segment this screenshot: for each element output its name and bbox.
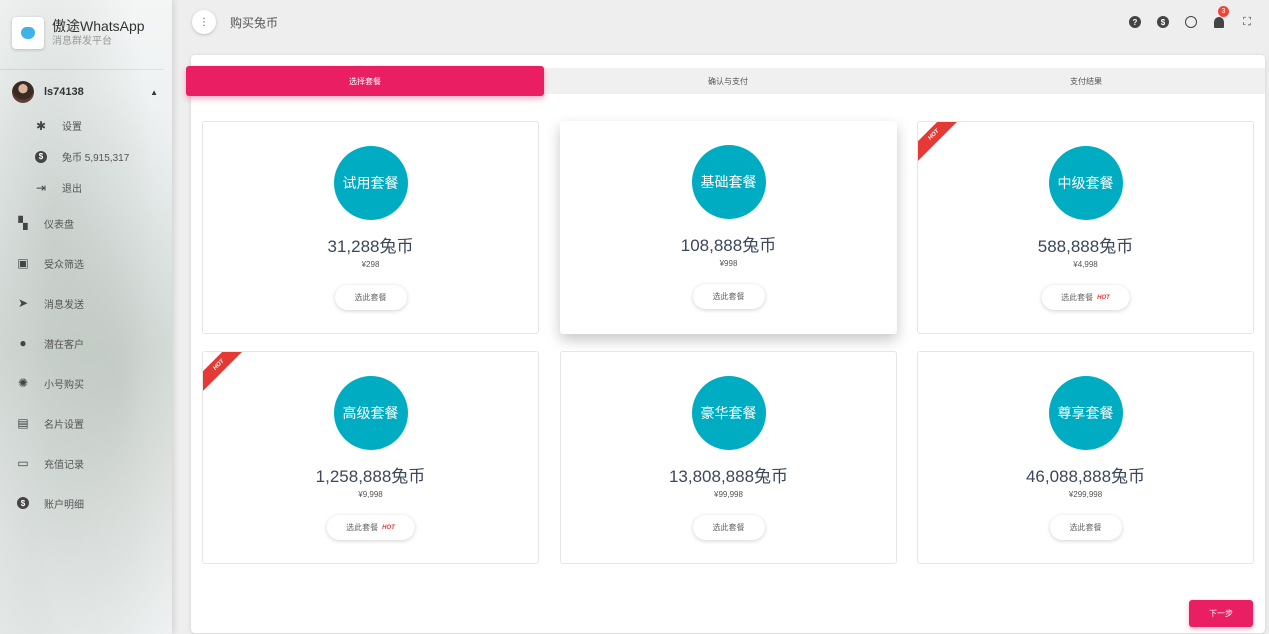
package-name: 高级套餐 (333, 376, 408, 450)
hot-ribbon: HOT (918, 122, 961, 162)
package-amount: 1,258,888兔币 (315, 467, 426, 486)
caret-up-icon: ▲ (150, 87, 158, 97)
user-menu-balance[interactable]: $ 兔币 5,915,317 (0, 141, 172, 172)
person-icon: ● (19, 336, 27, 350)
sidebar-item-card-settings[interactable]: ▤ 名片设置 (0, 403, 172, 443)
step-select-package-active[interactable]: 选择套餐 (186, 66, 544, 96)
user-menu-label: 设置 (62, 122, 82, 133)
send-icon: ➤ (17, 296, 29, 310)
gear-icon: ✱ (35, 118, 47, 133)
select-package-button[interactable]: 选此套餐 (692, 284, 765, 309)
package-amount: 108,888兔币 (680, 236, 777, 255)
dollar-circle-icon: $ (16, 496, 30, 510)
page-title: 购买兔币 (230, 16, 279, 30)
select-package-button[interactable]: 选此套餐 (334, 285, 407, 310)
logout-icon: ⇥ (35, 180, 47, 195)
brand-logo (12, 17, 44, 49)
package-name: 中级套餐 (1048, 146, 1123, 220)
user-menu-label: 退出 (62, 184, 82, 195)
package-name: 试用套餐 (333, 146, 408, 220)
user-menu-toggle[interactable]: ls74138 ▲ (0, 74, 172, 110)
sidebar-item-label: 仪表盘 (44, 219, 74, 231)
user-menu-label: 兔币 5,915,317 (62, 153, 130, 164)
package-card[interactable]: HOT 中级套餐 588,888兔币 ¥4,998 选此套餐 HOT (917, 121, 1254, 334)
package-amount: 13,808,888兔币 (668, 467, 789, 486)
package-price: ¥998 (719, 259, 738, 268)
brand-name: 傲途WhatsApp (52, 18, 145, 34)
package-card[interactable]: 基础套餐 108,888兔币 ¥998 选此套餐 (560, 121, 897, 334)
avatar (12, 81, 34, 103)
next-step-button[interactable]: 下一步 (1189, 600, 1253, 627)
sidebar: 傲途WhatsApp 消息群发平台 ls74138 ▲ ✱ 设置 $ 兔币 5,… (0, 0, 172, 634)
dollar-circle-icon: $ (34, 150, 48, 164)
sidebar-item-recharge-history[interactable]: ▭ 充值记录 (0, 443, 172, 483)
sidebar-item-label: 充值记录 (44, 459, 84, 471)
hot-tag: HOT (1097, 294, 1110, 301)
package-card[interactable]: 尊享套餐 46,088,888兔币 ¥299,998 选此套餐 (917, 351, 1254, 564)
package-name: 基础套餐 (691, 145, 766, 219)
package-card[interactable]: 试用套餐 31,288兔币 ¥298 选此套餐 (202, 121, 539, 334)
package-name: 豪华套餐 (691, 376, 766, 450)
package-price: ¥9,998 (358, 490, 383, 499)
package-amount: 46,088,888兔币 (1025, 467, 1146, 486)
user-menu-logout[interactable]: ⇥ 退出 (0, 172, 172, 203)
sidebar-item-leads[interactable]: ● 潜在客户 (0, 323, 172, 363)
dashboard-icon: ▚ (18, 216, 28, 230)
recharge-icon: ▭ (17, 456, 29, 470)
select-package-button[interactable]: 选此套餐 (1049, 515, 1122, 540)
top-bar: ⋮ 购买兔币 ? $ 3 ⛶ (172, 0, 1269, 44)
brand[interactable]: 傲途WhatsApp 消息群发平台 (0, 0, 164, 70)
package-price: ¥99,998 (714, 490, 743, 499)
user-name: ls74138 (44, 86, 84, 98)
select-package-button[interactable]: 选此套餐 (692, 515, 765, 540)
notification-badge: 3 (1218, 6, 1229, 17)
more-vert-icon[interactable]: ⋮ (192, 10, 216, 34)
sidebar-item-label: 消息发送 (44, 299, 84, 311)
package-price: ¥298 (361, 260, 380, 269)
sidebar-item-account-details[interactable]: $ 账户明细 (0, 483, 172, 523)
hot-tag: HOT (382, 524, 395, 531)
package-price: ¥4,998 (1073, 260, 1098, 269)
sidebar-item-label: 名片设置 (44, 419, 84, 431)
contacts-icon: ▣ (17, 256, 29, 270)
package-card[interactable]: 豪华套餐 13,808,888兔币 ¥99,998 选此套餐 (560, 351, 897, 564)
sidebar-item-label: 潜在客户 (44, 339, 84, 351)
step-result[interactable]: 支付结果 (907, 68, 1265, 94)
brand-subtitle: 消息群发平台 (52, 36, 112, 47)
sidebar-item-label: 小号购买 (44, 379, 84, 391)
select-package-button[interactable]: 选此套餐 HOT (326, 515, 415, 540)
sidebar-item-label: 账户明细 (44, 499, 84, 511)
help-icon[interactable]: ? (1121, 12, 1149, 32)
step-confirm-pay[interactable]: 确认与支付 (549, 68, 907, 94)
package-amount: 31,288兔币 (327, 237, 414, 256)
sidebar-item-dashboard[interactable]: ▚ 仪表盘 (0, 203, 172, 243)
header-actions: ? $ 3 ⛶ (1121, 6, 1261, 32)
sidebar-item-accounts[interactable]: ✺ 小号购买 (0, 363, 172, 403)
sidebar-item-label: 受众筛选 (44, 259, 84, 271)
clock-icon[interactable] (1177, 12, 1205, 32)
package-price: ¥299,998 (1068, 490, 1103, 499)
package-name: 尊享套餐 (1048, 376, 1123, 450)
fullscreen-icon[interactable]: ⛶ (1233, 12, 1261, 32)
package-card[interactable]: HOT 高级套餐 1,258,888兔币 ¥9,998 选此套餐 HOT (202, 351, 539, 564)
aperture-icon: ✺ (17, 376, 29, 390)
package-amount: 588,888兔币 (1037, 237, 1134, 256)
sidebar-item-send[interactable]: ➤ 消息发送 (0, 283, 172, 323)
sidebar-item-audience[interactable]: ▣ 受众筛选 (0, 243, 172, 283)
select-package-button[interactable]: 选此套餐 HOT (1041, 285, 1130, 310)
user-menu-settings[interactable]: ✱ 设置 (0, 110, 172, 141)
notifications-icon[interactable]: 3 (1205, 6, 1233, 32)
hot-ribbon: HOT (203, 352, 246, 392)
id-card-icon: ▤ (17, 416, 29, 430)
dollar-circle-icon[interactable]: $ (1149, 12, 1177, 32)
